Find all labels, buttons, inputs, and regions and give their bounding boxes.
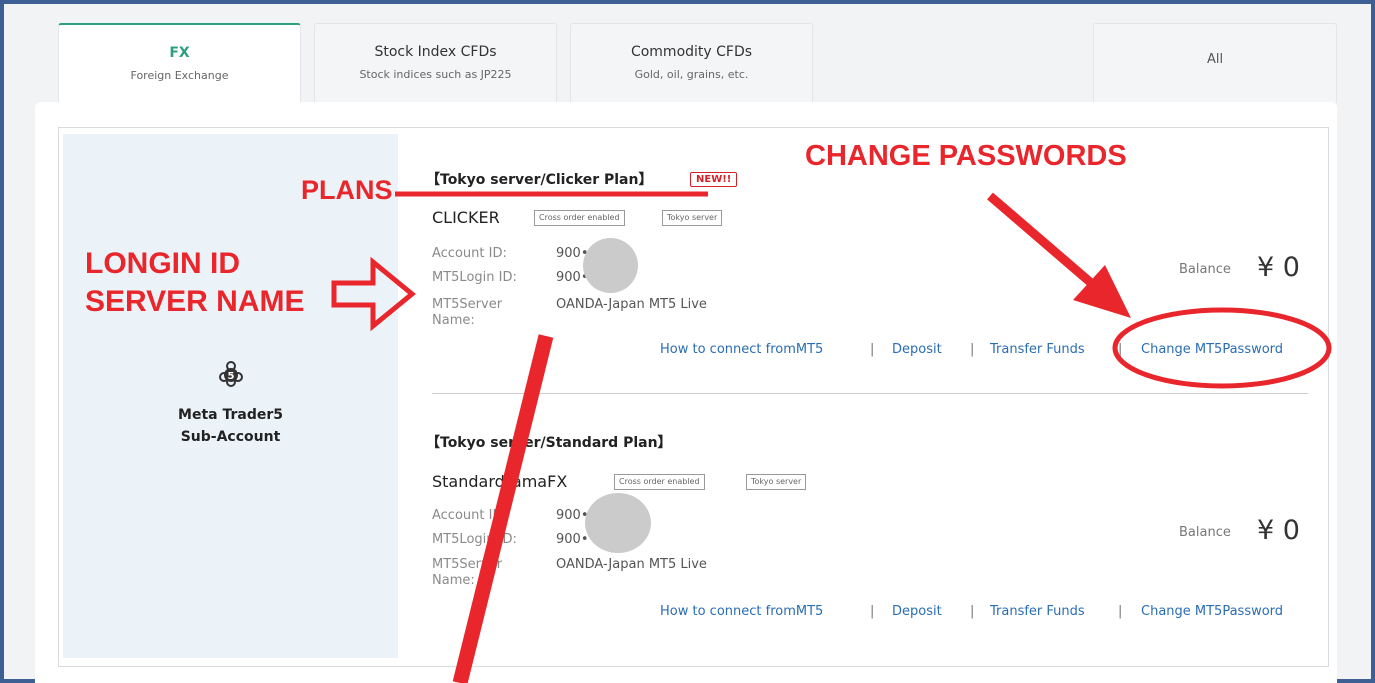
annotation-login-id: LONGIN ID SERVER NAME [85,245,305,321]
cross-order-tag: Cross order enabled [534,210,625,226]
tab-title: FX [169,45,190,61]
link-separator: | [870,604,875,619]
tab-title: All [1206,52,1224,67]
tab-title: Stock Index CFDs [374,44,497,60]
server-name-value: OANDA-Japan MT5 Live [556,297,707,312]
deposit-link[interactable]: Deposit [892,342,942,357]
login-id-label: MT5Login ID: [432,270,517,285]
account-id-label: Account ID: [432,246,507,261]
server-tag: Tokyo server [746,474,807,490]
account-type-line2: Sub-Account [180,429,281,445]
plan-title: 【Tokyo server/Clicker Plan】 [426,172,653,188]
account-divider [432,393,1308,394]
redaction-blur [583,238,638,293]
tab-subtitle: Gold, oil, grains, etc. [634,68,749,81]
link-separator: | [870,342,875,357]
tab-subtitle: Stock indices such as JP225 [359,68,512,81]
server-label-line1: MT5Server [432,297,503,312]
server-label-line2: Name: [432,313,475,328]
account-type-title: Meta Trader5 Sub-Account [63,404,398,448]
balance-value: ¥ 0 [1257,252,1300,283]
server-tag: Tokyo server [662,210,723,226]
link-separator: | [970,604,975,619]
annotation-change-passwords: CHANGE PASSWORDS [805,140,1127,172]
change-mt5-password-link[interactable]: Change MT5Password [1141,604,1283,619]
deposit-link[interactable]: Deposit [892,604,942,619]
plan-title: 【Tokyo server/Standard Plan】 [426,435,672,451]
account-id-label: Account ID: [432,508,507,523]
change-mt5-password-link[interactable]: Change MT5Password [1141,342,1283,357]
transfer-funds-link[interactable]: Transfer Funds [990,342,1085,357]
server-name-label: MT5Server Name: [432,297,502,329]
account-type-column [63,134,398,658]
login-id-label: MT5Login ID: [432,532,517,547]
link-separator: | [970,342,975,357]
account-name: CLICKER [432,208,500,227]
account-name: StandardTamaFX [432,472,568,491]
new-badge: NEW!! [690,172,738,187]
tab-title: Commodity CFDs [630,44,753,60]
tab-subtitle: Foreign Exchange [130,69,229,82]
annotation-login-line1: LONGIN ID [85,247,240,280]
server-name-value: OANDA-Japan MT5 Live [556,557,707,572]
tab-all[interactable]: All [1093,23,1337,103]
link-separator: | [1118,342,1123,357]
cross-order-tag: Cross order enabled [614,474,705,490]
how-to-connect-link[interactable]: How to connect fromMT5 [660,342,823,357]
account-type-line1: Meta Trader5 [178,407,283,423]
transfer-funds-link[interactable]: Transfer Funds [990,604,1085,619]
tab-commodity-cfds[interactable]: Commodity CFDs Gold, oil, grains, etc. [570,23,813,103]
server-name-label: MT5Server Name: [432,557,502,589]
balance-label: Balance [1179,525,1231,540]
annotation-plans: PLANS [301,175,393,205]
how-to-connect-link[interactable]: How to connect fromMT5 [660,604,823,619]
annotation-login-line2: SERVER NAME [85,285,305,318]
server-label-line2: Name: [432,573,475,588]
balance-value: ¥ 0 [1257,515,1300,546]
meta-trader-icon-number: 5 [228,371,235,382]
balance-label: Balance [1179,262,1231,277]
server-label-line1: MT5Server [432,557,503,572]
meta-trader-icon: 5 [218,360,244,392]
tab-stock-index-cfds[interactable]: Stock Index CFDs Stock indices such as J… [314,23,557,103]
link-separator: | [1118,604,1123,619]
tab-fx[interactable]: FX Foreign Exchange [58,23,301,103]
redaction-blur [585,493,651,553]
